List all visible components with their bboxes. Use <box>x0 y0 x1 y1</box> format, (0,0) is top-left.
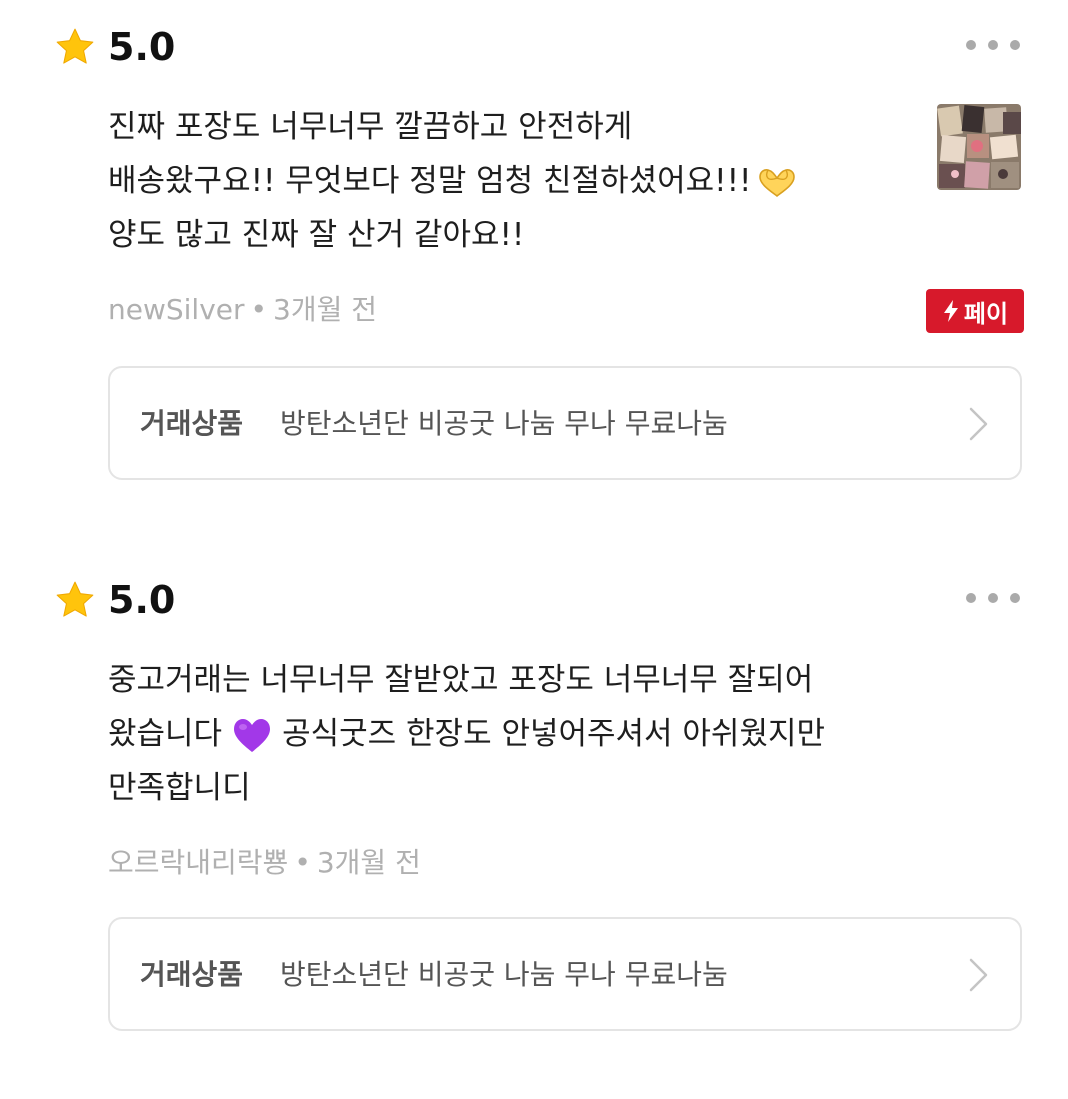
purple-heart-emoji-icon <box>234 718 271 752</box>
rating-score: 5.0 <box>108 25 176 69</box>
traded-product-link[interactable]: 거래상품 방탄소년단 비공굿 나눔 무나 무료나눔 <box>108 917 1022 1031</box>
more-options-icon[interactable] <box>966 593 1026 605</box>
review-text: 중고거래는 너무너무 잘받았고 포장도 너무너무 잘되어 왔습니다 공식굿즈 한… <box>108 653 988 815</box>
review-text-line: 공식굿즈 한장도 안넣어주셔서 아쉬웠지만 <box>282 716 826 752</box>
review-time: 3개월 전 <box>273 293 378 326</box>
review-photo-thumbnail[interactable] <box>937 104 1021 190</box>
pay-badge-label: 페이 <box>963 299 1009 328</box>
review-meta: newSilver • 3개월 전 <box>108 290 377 330</box>
traded-product-name: 방탄소년단 비공굿 나눔 무나 무료나눔 <box>280 407 728 440</box>
heart-hands-emoji-icon <box>759 168 796 197</box>
reviewer-name[interactable]: newSilver <box>108 293 245 326</box>
separator-dot: • <box>250 293 268 326</box>
chevron-right-icon <box>969 407 988 441</box>
more-options-icon[interactable] <box>966 40 1026 52</box>
review-text-line: 중고거래는 너무너무 잘받았고 포장도 너무너무 잘되어 <box>108 662 814 698</box>
traded-product-label: 거래상품 <box>140 958 244 991</box>
lightning-icon <box>943 300 958 322</box>
separator-dot: • <box>294 846 311 879</box>
rating-score: 5.0 <box>108 578 176 622</box>
review-text-line: 양도 많고 진짜 잘 산거 같아요!! <box>108 217 525 253</box>
traded-product-name: 방탄소년단 비공굿 나눔 무나 무료나눔 <box>280 958 728 991</box>
chevron-right-icon <box>969 958 988 992</box>
review-text: 진짜 포장도 너무너무 깔끔하고 안전하게 배송왔구요!! 무엇보다 정말 엄청… <box>108 100 908 262</box>
review-text-line: 진짜 포장도 너무너무 깔끔하고 안전하게 <box>108 109 633 145</box>
review-text-line: 만족합니디 <box>108 770 251 806</box>
reviewer-name[interactable]: 오르락내리락뿅 <box>108 846 288 879</box>
traded-product-link[interactable]: 거래상품 방탄소년단 비공굿 나눔 무나 무료나눔 <box>108 366 1022 480</box>
review-meta: 오르락내리락뿅 • 3개월 전 <box>108 843 421 883</box>
pay-badge: 페이 <box>926 289 1024 333</box>
traded-product-label: 거래상품 <box>140 407 244 440</box>
star-icon <box>56 28 94 64</box>
star-icon <box>56 581 94 617</box>
photo-collage-image <box>937 104 1021 190</box>
review-time: 3개월 전 <box>316 846 421 879</box>
review-text-line: 왔습니다 <box>108 716 223 752</box>
review-text-line: 배송왔구요!! 무엇보다 정말 엄청 친절하셨어요!!! <box>108 163 752 199</box>
